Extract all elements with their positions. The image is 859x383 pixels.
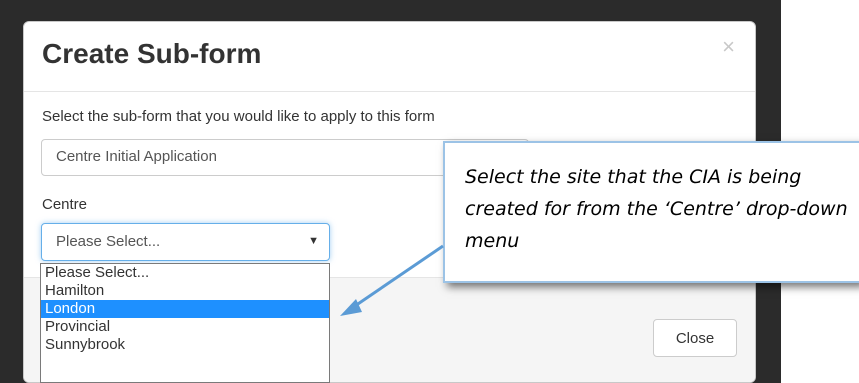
arrow-line [351, 244, 444, 310]
arrow-pointer [340, 244, 444, 316]
arrow-head [340, 299, 362, 316]
